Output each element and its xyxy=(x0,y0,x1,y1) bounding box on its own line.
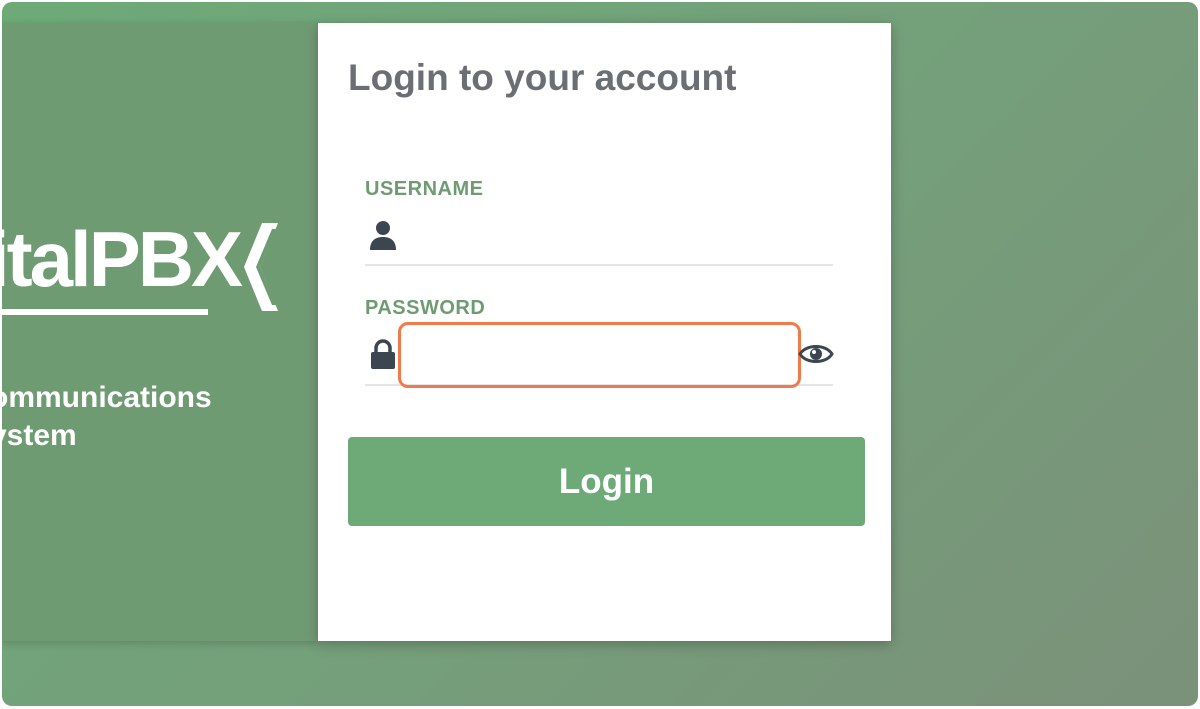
user-icon xyxy=(370,221,396,250)
eye-icon[interactable] xyxy=(798,341,834,367)
password-label: PASSWORD xyxy=(365,297,486,319)
app-window: italPBX ommunications ystem Login to you… xyxy=(2,2,1198,706)
login-title: Login to your account xyxy=(348,57,737,98)
login-button[interactable]: Login xyxy=(348,437,865,526)
tagline: ommunications ystem xyxy=(2,379,212,455)
login-card: Login to your account USERNAME PASSWORD … xyxy=(318,23,891,641)
username-underline xyxy=(365,264,833,266)
lock-icon xyxy=(371,339,395,369)
brand-panel: italPBX ommunications ystem xyxy=(2,23,318,641)
username-label: USERNAME xyxy=(365,178,484,200)
tagline-line-2: ystem xyxy=(2,419,77,452)
tagline-line-1: ommunications xyxy=(2,381,212,414)
logo-x-mark xyxy=(244,223,278,311)
password-focus-highlight xyxy=(398,322,801,388)
logo: italPBX xyxy=(2,219,288,319)
logo-underline xyxy=(2,309,208,315)
username-input[interactable] xyxy=(408,219,792,255)
